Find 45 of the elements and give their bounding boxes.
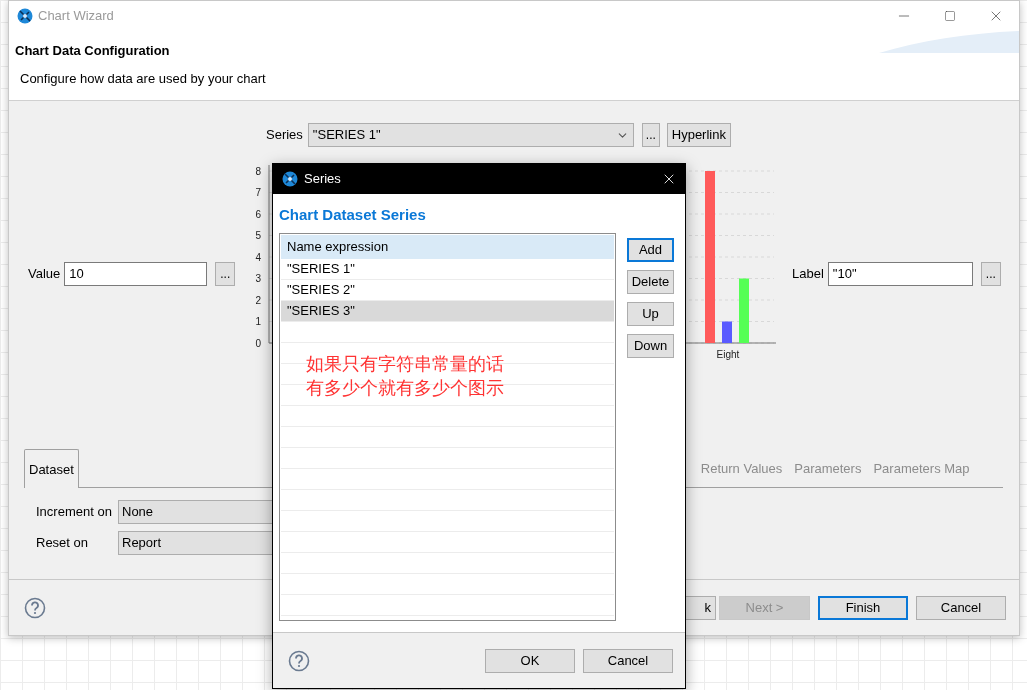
axis-tick-label: 0 xyxy=(255,337,261,349)
wizard-button[interactable]: Cancel xyxy=(916,595,1006,620)
browse-button[interactable]: ... xyxy=(980,262,1001,286)
side-button[interactable]: Add xyxy=(627,237,674,262)
help-icon[interactable] xyxy=(24,596,46,619)
field-label: Series xyxy=(266,126,303,145)
axis-tick-label: 7 xyxy=(255,187,261,198)
browse-button[interactable]: ... xyxy=(215,262,236,286)
text-field[interactable]: "10" xyxy=(827,262,973,286)
dialog-heading: Chart Dataset Series xyxy=(279,205,427,225)
app-icon xyxy=(282,171,298,187)
tab[interactable]: Dataset xyxy=(24,449,79,488)
side-button[interactable]: Up xyxy=(627,301,674,326)
axis-tick-label: 1 xyxy=(255,316,261,327)
field-label: Increment on xyxy=(36,503,113,522)
wizard-button[interactable]: Finish xyxy=(818,595,908,620)
axis-tick-label: 6 xyxy=(255,208,261,220)
maximize-icon[interactable] xyxy=(944,10,956,22)
category-label: Eight xyxy=(716,349,740,360)
axis-tick-label: 5 xyxy=(255,230,261,241)
text-field[interactable]: 10 xyxy=(64,262,208,286)
page-description: Configure how data are used by your chart xyxy=(19,69,267,88)
axis-tick-label: 2 xyxy=(255,294,261,306)
series-dropdown[interactable]: "SERIES 1" xyxy=(307,123,634,147)
dialog-title: Series xyxy=(304,170,341,189)
column-header[interactable]: Name expression xyxy=(281,234,614,259)
table-row[interactable]: "SERIES 3" xyxy=(281,300,614,322)
axis-tick-label: 4 xyxy=(255,251,261,263)
window-title: Chart Wizard xyxy=(38,7,114,26)
annotation-text: 有多少个就有多少个图示 xyxy=(306,375,504,400)
dialog-button[interactable]: OK xyxy=(485,648,575,673)
field-label: Value xyxy=(28,265,61,284)
field-label: Label xyxy=(792,265,824,284)
annotation-text: 如果只有字符串常量的话 xyxy=(306,351,504,376)
axis-tick-label: 8 xyxy=(255,165,261,177)
browse-button[interactable]: ... xyxy=(641,123,660,147)
dialog-button[interactable]: Cancel xyxy=(583,648,673,673)
app-icon xyxy=(17,8,33,24)
help-icon[interactable] xyxy=(288,649,310,672)
hyperlink-button[interactable]: Hyperlink xyxy=(666,123,731,147)
field-label: Reset on xyxy=(36,534,90,553)
page-heading: Chart Data Configuration xyxy=(15,42,170,60)
axis-tick-label: 3 xyxy=(255,273,261,284)
side-button[interactable]: Delete xyxy=(627,269,674,294)
side-button[interactable]: Down xyxy=(627,333,674,358)
